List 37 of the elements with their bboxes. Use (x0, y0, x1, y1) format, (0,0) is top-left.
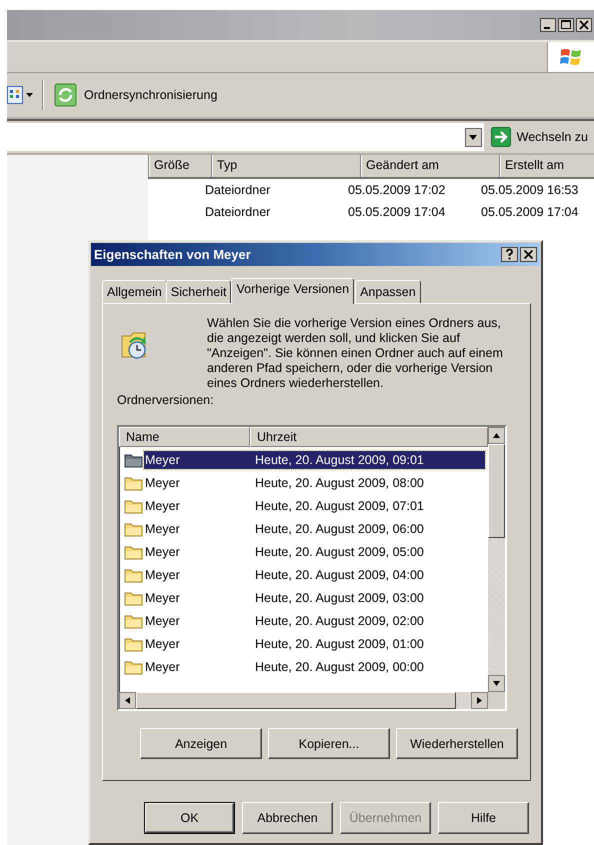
tab[interactable]: Allgemein (102, 280, 167, 303)
action-button[interactable]: Kopieren... (268, 728, 390, 759)
list-row[interactable]: Meyer Heute, 20. August 2009, 07:01 (144, 496, 485, 514)
column-header[interactable]: Uhrzeit (250, 427, 488, 447)
table-cell-text: Dateiordner (204, 205, 272, 219)
dialog-title-bar: Eigenschaften von Meyer (91, 243, 540, 266)
column-header[interactable]: Größe (148, 155, 211, 177)
list-row[interactable]: Meyer Heute, 20. August 2009, 08:00 (144, 474, 485, 492)
list-row[interactable]: Meyer Heute, 20. August 2009, 00:00 (144, 658, 485, 676)
dialog-button[interactable]: Hilfe (438, 802, 529, 834)
list-row[interactable]: Meyer Heute, 20. August 2009, 04:00 (144, 566, 485, 584)
list-row[interactable]: Meyer Heute, 20. August 2009, 09:01 (144, 450, 485, 468)
go-button[interactable]: Wechseln zu (484, 123, 594, 151)
list-row[interactable]: Meyer Heute, 20. August 2009, 06:00 (144, 520, 485, 538)
list-label: Ordnerversionen: (117, 393, 215, 407)
sync-button[interactable]: Ordnersynchronisierung (50, 81, 222, 109)
list-row[interactable]: Meyer Heute, 20. August 2009, 03:00 (144, 588, 485, 606)
table-cell-text: 05.05.2009 17:04 (480, 205, 580, 219)
description-text: Wählen Sie die vorherige Version eines Ordners aus, die angezeigt werden soll, und klicken Sie auf "Anzeigen". Sie können einen Ordner auch auf einem anderen Pfad speichern, oder die vorherige Version eines Ordners wiederherstellen. (207, 316, 504, 391)
dialog-button[interactable]: OK (144, 802, 235, 834)
list-row[interactable]: Meyer Heute, 20. August 2009, 02:00 (144, 612, 485, 630)
column-header[interactable]: Erstellt am (499, 155, 594, 177)
action-button[interactable]: Wiederherstellen (396, 728, 518, 759)
column-header[interactable]: Name (119, 427, 250, 447)
table-cell-text: Dateiordner (204, 183, 272, 197)
column-header[interactable]: Geändert am (360, 155, 499, 177)
list-row[interactable]: Meyer Heute, 20. August 2009, 05:00 (144, 542, 485, 560)
column-header[interactable]: Typ (211, 155, 360, 177)
tab[interactable]: Vorherige Versionen (231, 278, 354, 304)
dialog-button[interactable]: Abbrechen (242, 802, 333, 834)
table-cell-text: 05.05.2009 16:53 (480, 183, 580, 197)
list-row[interactable]: Meyer Heute, 20. August 2009, 01:00 (144, 634, 485, 652)
table-cell-text: 05.05.2009 17:02 (347, 183, 446, 197)
tab[interactable]: Sicherheit (166, 280, 232, 303)
tab[interactable]: Anpassen (355, 280, 421, 303)
action-button[interactable]: Anzeigen (140, 728, 262, 759)
table-cell-text: 05.05.2009 17:04 (347, 205, 446, 219)
